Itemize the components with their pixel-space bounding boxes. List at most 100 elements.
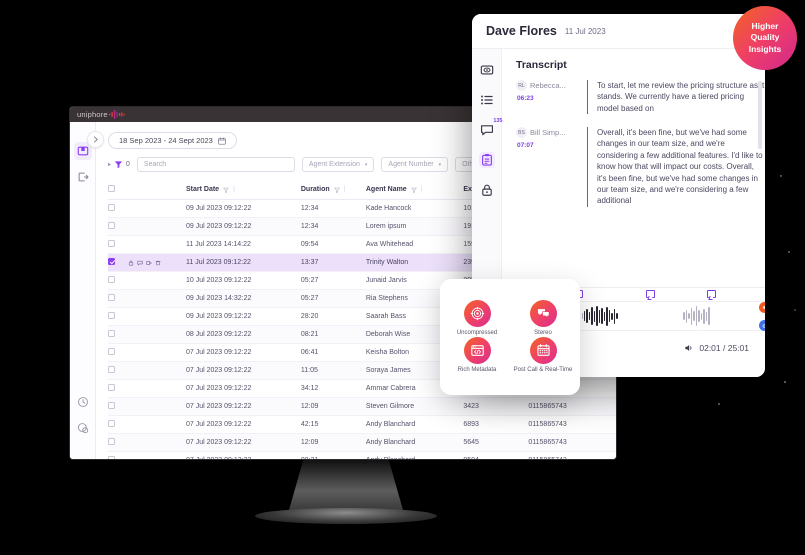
waveform-bar	[690, 307, 693, 325]
row-actions-cell[interactable]	[127, 379, 186, 398]
row-actions-cell[interactable]	[127, 451, 186, 459]
row-checkbox-cell[interactable]	[108, 451, 128, 459]
feature-rich-metadata[interactable]: Rich Metadata	[444, 337, 510, 375]
table-row[interactable]: 07 Jul 2023 09:12:22 42:15 Andy Blanchard 6…	[108, 415, 616, 434]
waveform-bar	[678, 316, 679, 317]
row-actions-cell[interactable]	[127, 397, 186, 416]
select-all-checkbox[interactable]	[108, 185, 115, 192]
utterance-meta: BS Bill Simp... 07:07	[516, 127, 578, 207]
select-agent-number[interactable]: Agent Number ▾	[381, 157, 449, 172]
row-checkbox-cell[interactable]	[108, 433, 128, 452]
row-checkbox-cell[interactable]	[108, 415, 128, 434]
table-row[interactable]: 07 Jul 2023 09:12:2208:21Andy Blanchard9…	[108, 451, 616, 459]
utterance-text: Overall, it's been fine, but we've had s…	[587, 127, 765, 207]
tab-transcript[interactable]	[478, 152, 495, 168]
cell-agent-name: Steven Gilmore	[365, 397, 464, 416]
cell-number: 0115865743	[528, 415, 616, 434]
sidebar-item-help[interactable]	[74, 419, 92, 437]
waveform-bar	[646, 316, 647, 317]
waveform-bar	[598, 309, 601, 323]
transcript-scrollbar[interactable]	[758, 81, 762, 149]
row-actions-cell[interactable]	[127, 199, 186, 218]
row-checkbox-cell[interactable]	[108, 217, 128, 236]
row-actions-cell[interactable]	[127, 361, 186, 380]
col-duration-label: Duration	[300, 186, 330, 193]
row-actions-cell[interactable]	[127, 325, 186, 344]
row-checkbox[interactable]	[108, 456, 115, 459]
row-checkbox-cell[interactable]	[108, 397, 128, 416]
filter-toggle[interactable]: ▸ 0	[108, 160, 130, 169]
row-actions-cell[interactable]	[127, 307, 186, 326]
row-checkbox-cell[interactable]	[108, 325, 128, 344]
row-checkbox[interactable]	[108, 348, 115, 355]
tab-security[interactable]	[479, 182, 495, 198]
row-checkbox-cell[interactable]	[108, 253, 128, 272]
higher-quality-insights-badge: Higher Quality Insights	[733, 6, 797, 70]
col-agent-name[interactable]: Agent Name |	[365, 180, 464, 200]
waveform-bar	[601, 308, 603, 324]
waveform-bar	[631, 316, 632, 317]
row-actions-cell[interactable]	[127, 217, 186, 236]
tab-list[interactable]	[479, 92, 495, 108]
row-checkbox[interactable]	[108, 384, 115, 391]
marker-icon[interactable]	[707, 290, 716, 298]
row-checkbox[interactable]	[108, 294, 115, 301]
col-start-date[interactable]: Start Date |	[186, 180, 301, 200]
utterance-timestamp[interactable]: 06:23	[517, 95, 578, 102]
row-checkbox[interactable]	[108, 420, 115, 427]
row-checkbox-cell[interactable]	[108, 235, 128, 254]
sidebar-item-logout[interactable]	[74, 168, 92, 186]
row-actions-cell[interactable]	[127, 235, 186, 254]
row-checkbox-cell[interactable]	[108, 199, 128, 218]
transcript-utterance[interactable]: BS Bill Simp... 07:07 Overall, it's been fi…	[516, 127, 765, 207]
row-checkbox[interactable]	[108, 240, 115, 247]
info-fab[interactable]	[759, 320, 765, 331]
cell-number: 0115865743	[528, 451, 616, 459]
select-agent-extension[interactable]: Agent Extension ▾	[301, 157, 375, 172]
cell-extension: 5645	[463, 433, 529, 452]
utterance-timestamp[interactable]: 07:07	[517, 142, 578, 149]
speaker-name: Rebecca...	[530, 81, 566, 90]
cell-start-date: 07 Jul 2023 09:12:22	[186, 343, 301, 362]
row-checkbox[interactable]	[108, 312, 115, 319]
row-checkbox-cell[interactable]	[108, 361, 128, 380]
sidebar-collapse-button[interactable]	[87, 131, 104, 148]
row-actions-cell[interactable]	[127, 415, 186, 434]
table-row[interactable]: 07 Jul 2023 09:12:22 12:09 Andy Blanchard 5…	[108, 433, 616, 452]
row-checkbox[interactable]	[108, 330, 115, 337]
row-checkbox[interactable]	[108, 222, 115, 229]
record-fab[interactable]	[759, 302, 765, 313]
row-actions-cell[interactable]	[127, 433, 186, 452]
row-checkbox[interactable]	[108, 204, 115, 211]
row-checkbox-cell[interactable]	[108, 271, 128, 290]
row-actions-cell[interactable]	[127, 253, 186, 272]
table-row[interactable]: 07 Jul 2023 09:12:22 12:09 Steven Gilmore 3…	[108, 397, 616, 416]
row-checkbox-cell[interactable]	[108, 379, 128, 398]
row-actions-cell[interactable]	[127, 343, 186, 362]
col-duration[interactable]: Duration |	[300, 180, 366, 200]
search-input[interactable]: Search	[136, 157, 295, 172]
tab-comments[interactable]: 135	[479, 118, 503, 138]
row-checkbox-cell[interactable]	[108, 307, 128, 326]
row-checkbox-cell[interactable]	[108, 289, 128, 308]
tab-overview[interactable]	[479, 62, 495, 78]
cell-duration: 09:54	[300, 235, 366, 254]
row-checkbox[interactable]	[108, 276, 115, 283]
waveform-bar	[666, 316, 667, 317]
date-range-picker[interactable]: 18 Sep 2023 - 24 Sept 2023	[108, 132, 237, 149]
transcript-utterance[interactable]: RL Rebecca... 06:23 To start, let me review…	[516, 80, 765, 115]
feature-post-call-realtime[interactable]: Post Call & Real-Time	[510, 337, 576, 375]
row-checkbox[interactable]	[108, 366, 115, 373]
marker-icon[interactable]	[646, 290, 655, 298]
select-all-cell[interactable]	[108, 180, 128, 200]
row-actions-cell[interactable]	[127, 271, 186, 290]
row-checkbox[interactable]	[108, 258, 115, 265]
sidebar-item-history[interactable]	[74, 393, 92, 411]
row-checkbox[interactable]	[108, 402, 115, 409]
feature-stereo[interactable]: Stereo	[510, 299, 576, 338]
row-checkbox-cell[interactable]	[108, 343, 128, 362]
row-checkbox[interactable]	[108, 438, 115, 445]
waveform-bar	[703, 308, 705, 324]
row-actions-cell[interactable]	[127, 289, 186, 308]
feature-uncompressed[interactable]: Uncompressed	[444, 299, 510, 338]
